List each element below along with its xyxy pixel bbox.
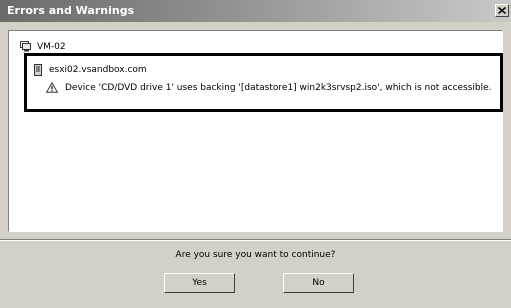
confirmation-question: Are you sure you want to continue? [175, 250, 336, 260]
dialog-title: Errors and Warnings [7, 4, 135, 17]
tree-item-host[interactable]: esxi02.vsandbox.com [34, 64, 147, 76]
virtual-machine-icon [20, 41, 31, 52]
no-button[interactable]: No [283, 273, 354, 293]
tree-item-warning[interactable]: Device 'CD/DVD drive 1' uses backing '[d… [46, 82, 492, 93]
warning-triangle-icon [46, 82, 58, 93]
tree-item-vm[interactable]: VM-02 [20, 41, 66, 52]
footer-divider [0, 239, 511, 241]
close-button[interactable] [495, 4, 509, 17]
warning-message: Device 'CD/DVD drive 1' uses backing '[d… [65, 82, 492, 93]
host-server-icon [34, 64, 42, 76]
host-label: esxi02.vsandbox.com [49, 65, 147, 75]
title-bar[interactable]: Errors and Warnings [0, 0, 511, 22]
close-icon [498, 7, 506, 14]
errors-warnings-dialog: Errors and Warnings VM-02 esxi02.vsandbo… [0, 0, 511, 308]
vm-label: VM-02 [37, 41, 66, 52]
yes-button[interactable]: Yes [164, 273, 235, 293]
